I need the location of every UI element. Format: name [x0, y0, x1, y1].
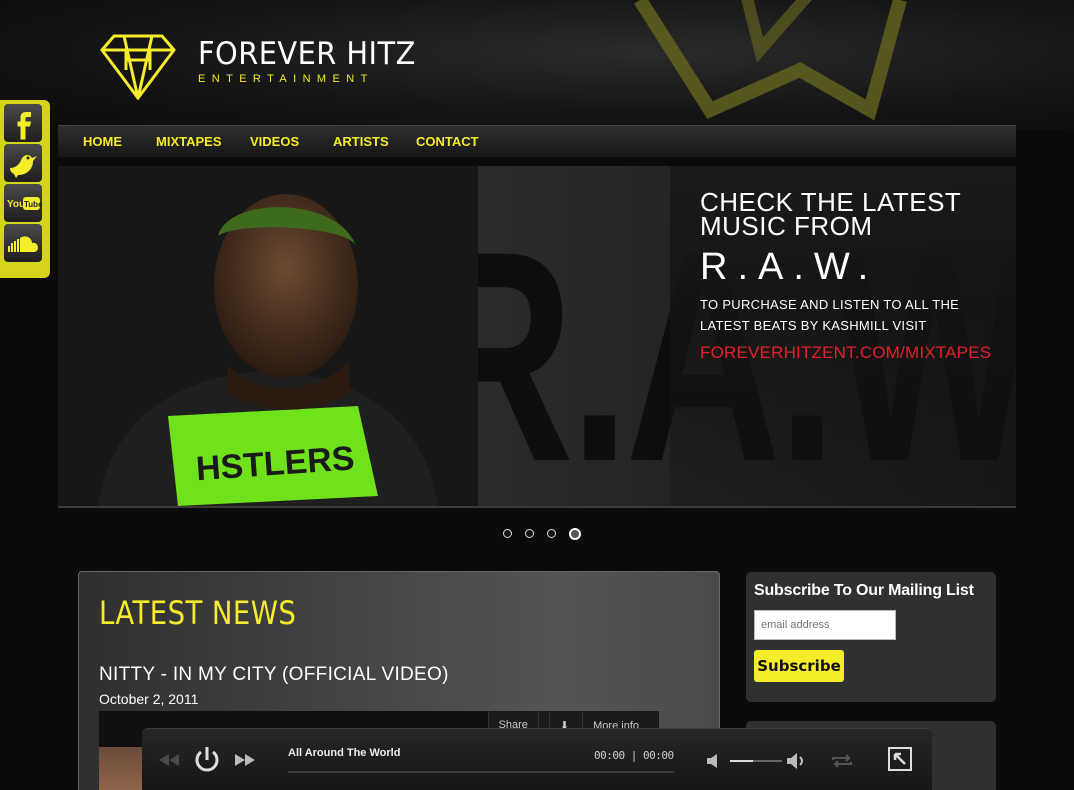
nav-contact[interactable]: CONTACT	[416, 134, 479, 149]
track-progress-bar[interactable]	[288, 771, 674, 773]
social-sidebar: You Tube	[0, 100, 50, 278]
slider-pagination	[503, 527, 581, 540]
main-nav: HOME MIXTAPES VIDEOS ARTISTS CONTACT	[58, 125, 1016, 157]
caption-small-2: LATEST BEATS BY KASHMILL VISIT	[700, 318, 927, 333]
soundcloud-icon	[8, 236, 38, 252]
next-track-icon[interactable]	[234, 753, 256, 767]
track-time: 00:00 | 00:00	[594, 749, 674, 762]
nav-mixtapes[interactable]: MIXTAPES	[156, 134, 222, 149]
audio-player: All Around The World 00:00 | 00:00	[142, 728, 932, 790]
facebook-link[interactable]	[4, 104, 42, 142]
caption-line-2: MUSIC FROM	[700, 211, 873, 241]
nav-home[interactable]: HOME	[83, 134, 122, 149]
background-emblem	[634, 0, 907, 121]
news-post-date: October 2, 2011	[99, 691, 199, 707]
volume-slider-fill	[730, 760, 754, 762]
nav-artists[interactable]: ARTISTS	[333, 134, 389, 149]
caption-url-link[interactable]: FOREVERHITZENT.COM/MIXTAPES	[700, 343, 991, 363]
slider-dot-1[interactable]	[503, 529, 512, 538]
youtube-icon: You Tube	[7, 197, 42, 210]
slider-dot-4[interactable]	[569, 527, 581, 540]
diamond-logo-icon	[100, 34, 176, 100]
soundcloud-link[interactable]	[4, 224, 42, 262]
slider-dot-3[interactable]	[547, 529, 556, 538]
mailing-list-panel: Subscribe To Our Mailing List Subscribe	[746, 572, 996, 702]
volume-max-icon[interactable]	[786, 752, 808, 770]
logo-title: FOREVER HITZ	[198, 35, 416, 72]
slide-caption: CHECK THE LATEST MUSIC FROM R.A.W. TO PU…	[700, 189, 991, 363]
facebook-icon	[17, 112, 31, 140]
artist-photo: HSTLERS	[58, 166, 478, 506]
mailing-list-title: Subscribe To Our Mailing List	[754, 582, 974, 599]
news-post-title[interactable]: NITTY - IN MY CITY (OFFICIAL VIDEO)	[99, 664, 449, 686]
power-play-icon[interactable]	[192, 744, 222, 776]
popout-player-icon[interactable]	[888, 747, 912, 771]
volume-mute-icon[interactable]	[706, 753, 724, 769]
subscribe-button[interactable]: Subscribe	[754, 650, 844, 682]
twitter-link[interactable]	[4, 144, 42, 182]
svg-text:Tube: Tube	[24, 200, 42, 209]
news-heading: LATEST NEWS	[99, 594, 297, 632]
repeat-icon[interactable]	[830, 753, 854, 769]
site-logo[interactable]: FOREVER HITZ ENTERTAINMENT	[100, 22, 432, 100]
svg-text:You: You	[7, 199, 25, 210]
logo-subtitle: ENTERTAINMENT	[198, 72, 374, 85]
previous-track-icon[interactable]	[158, 753, 180, 767]
caption-artist: R.A.W.	[700, 246, 879, 288]
hero-slider[interactable]: R.A.W. HSTLERS CHECK THE LATEST MUSIC FR…	[58, 166, 1016, 508]
email-field[interactable]	[754, 610, 896, 640]
nav-videos[interactable]: VIDEOS	[250, 134, 299, 149]
youtube-link[interactable]: You Tube	[4, 184, 42, 222]
twitter-bird-icon	[10, 155, 37, 178]
slider-dot-2[interactable]	[525, 529, 534, 538]
video-thumbnail	[99, 747, 143, 790]
track-title: All Around The World	[288, 747, 401, 759]
caption-small-1: TO PURCHASE AND LISTEN TO ALL THE	[700, 297, 960, 312]
volume-slider[interactable]	[730, 760, 782, 762]
